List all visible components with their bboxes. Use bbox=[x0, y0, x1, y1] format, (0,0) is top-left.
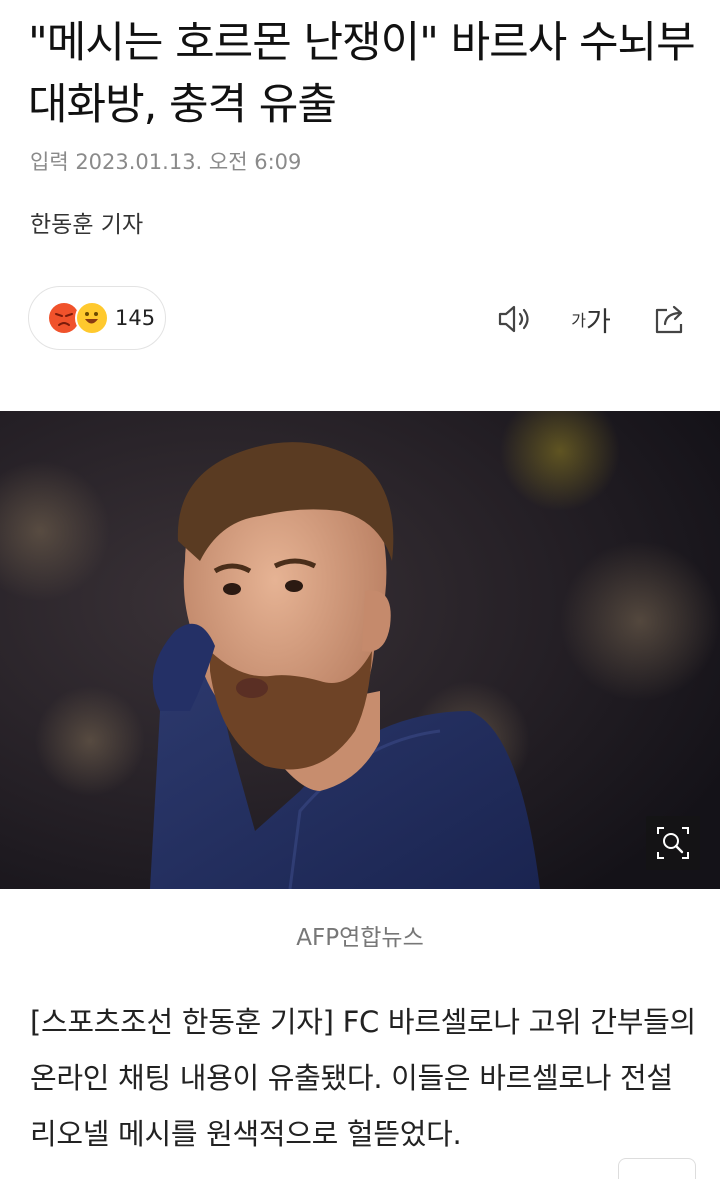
font-size-button[interactable]: 가 가 bbox=[566, 296, 616, 342]
reaction-count: 145 bbox=[115, 306, 156, 330]
speaker-icon bbox=[498, 305, 529, 333]
share-icon bbox=[655, 305, 683, 334]
font-big-label: 가 bbox=[585, 306, 611, 338]
article-body: [스포츠조선 한동훈 기자] FC 바르셀로나 고위 간부들의 온라인 채팅 내… bbox=[30, 1005, 696, 1151]
photo-caption: AFP연합뉴스 bbox=[296, 925, 424, 951]
publish-date: 입력 2023.01.13. 오전 6:09 bbox=[30, 150, 302, 174]
grinning-face-icon bbox=[75, 301, 109, 335]
font-small-label: 가 bbox=[571, 311, 586, 330]
reaction-button[interactable]: 145 bbox=[28, 286, 166, 350]
share-button[interactable] bbox=[648, 296, 692, 342]
zoom-icon bbox=[657, 827, 689, 859]
audio-button[interactable] bbox=[492, 296, 538, 342]
article-headline: "메시는 호르몬 난쟁이" 바르사 수뇌부 대화방, 충격 유출 bbox=[28, 18, 696, 130]
reporter-byline[interactable]: 한동훈 기자 bbox=[30, 205, 143, 239]
article-photo[interactable] bbox=[0, 411, 720, 889]
zoom-button[interactable] bbox=[646, 816, 700, 870]
